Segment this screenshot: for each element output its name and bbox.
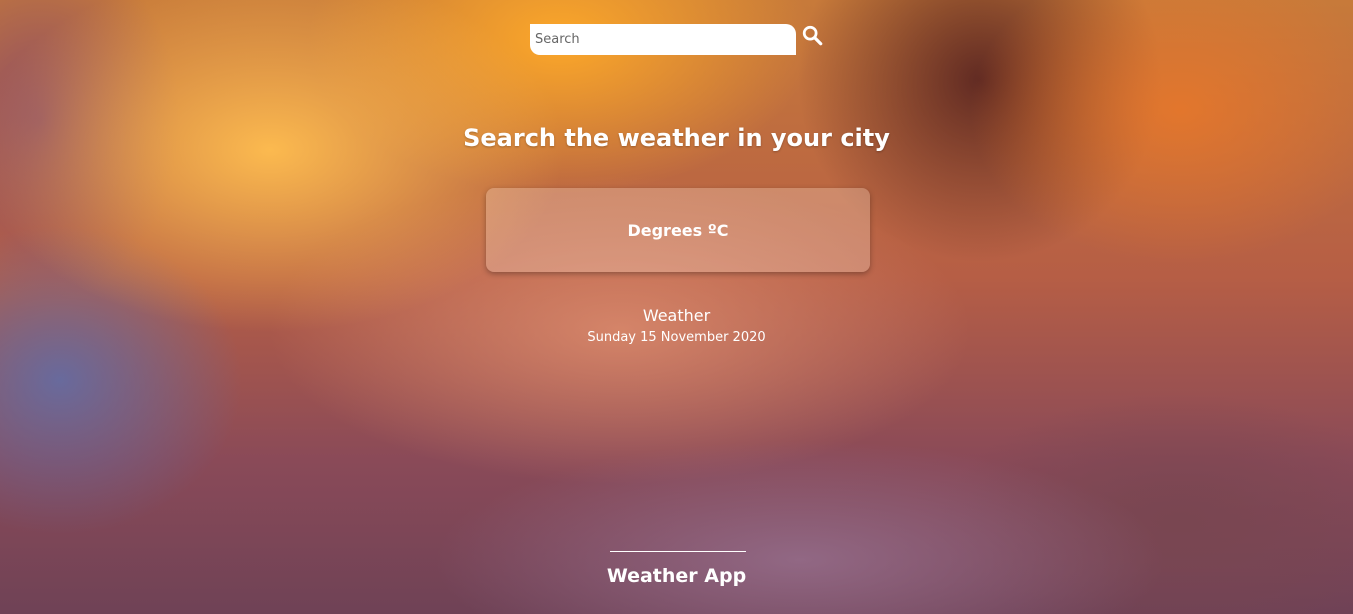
current-date: Sunday 15 November 2020 [587, 330, 766, 345]
page-title: Search the weather in your city [463, 124, 890, 152]
temperature-label: Degrees ºC [627, 220, 729, 240]
search-icon [802, 25, 823, 46]
search-button[interactable] [800, 24, 824, 48]
footer-divider [610, 551, 746, 552]
weather-condition: Weather [642, 306, 711, 325]
temperature-card: Degrees ºC [486, 188, 870, 272]
footer-app-title: Weather App [606, 565, 747, 587]
search-input[interactable] [530, 24, 796, 55]
